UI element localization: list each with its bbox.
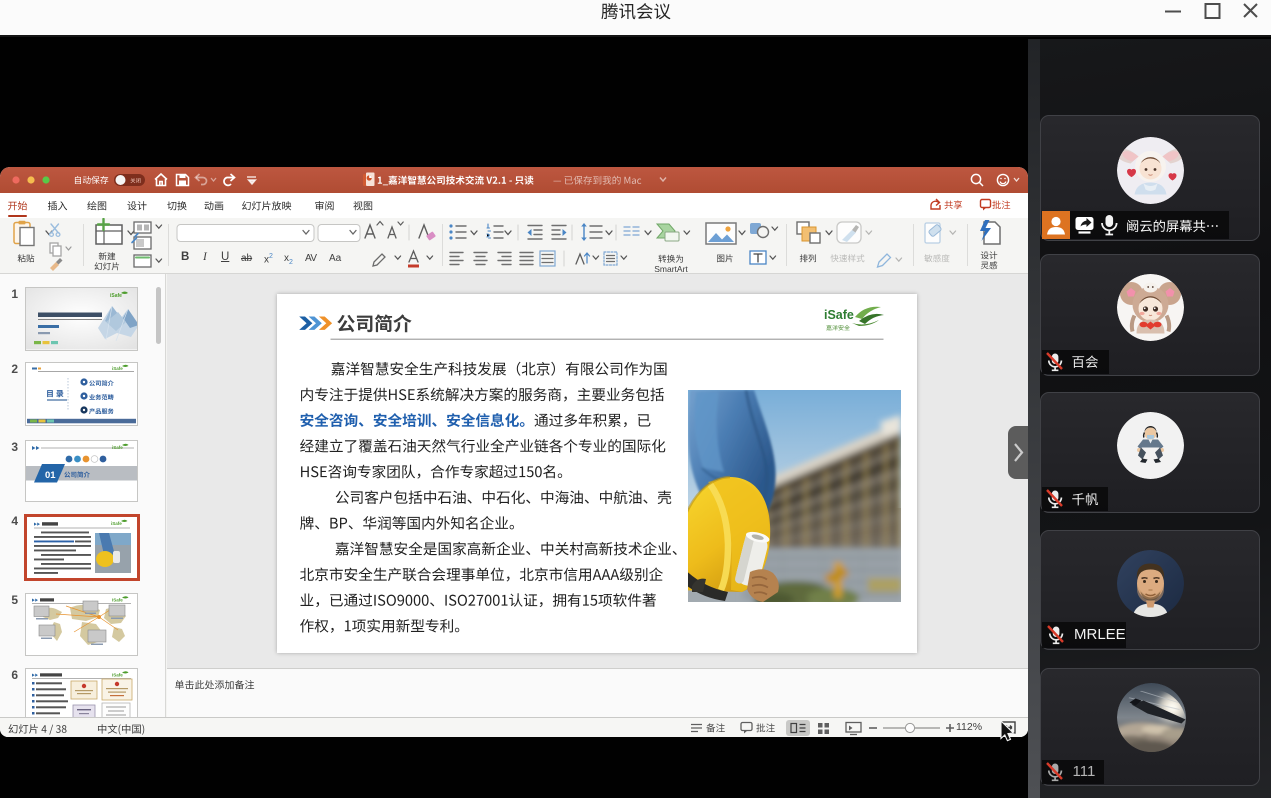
svg-text:iSafe: iSafe bbox=[112, 673, 123, 678]
svg-text:iSafe: iSafe bbox=[110, 293, 122, 299]
svg-text:iSafe: iSafe bbox=[111, 521, 122, 526]
svg-text:iSafe: iSafe bbox=[112, 445, 123, 450]
svg-text:iSafe: iSafe bbox=[112, 597, 123, 602]
svg-text:iSafe: iSafe bbox=[112, 366, 123, 371]
svg-text:01: 01 bbox=[45, 470, 56, 481]
